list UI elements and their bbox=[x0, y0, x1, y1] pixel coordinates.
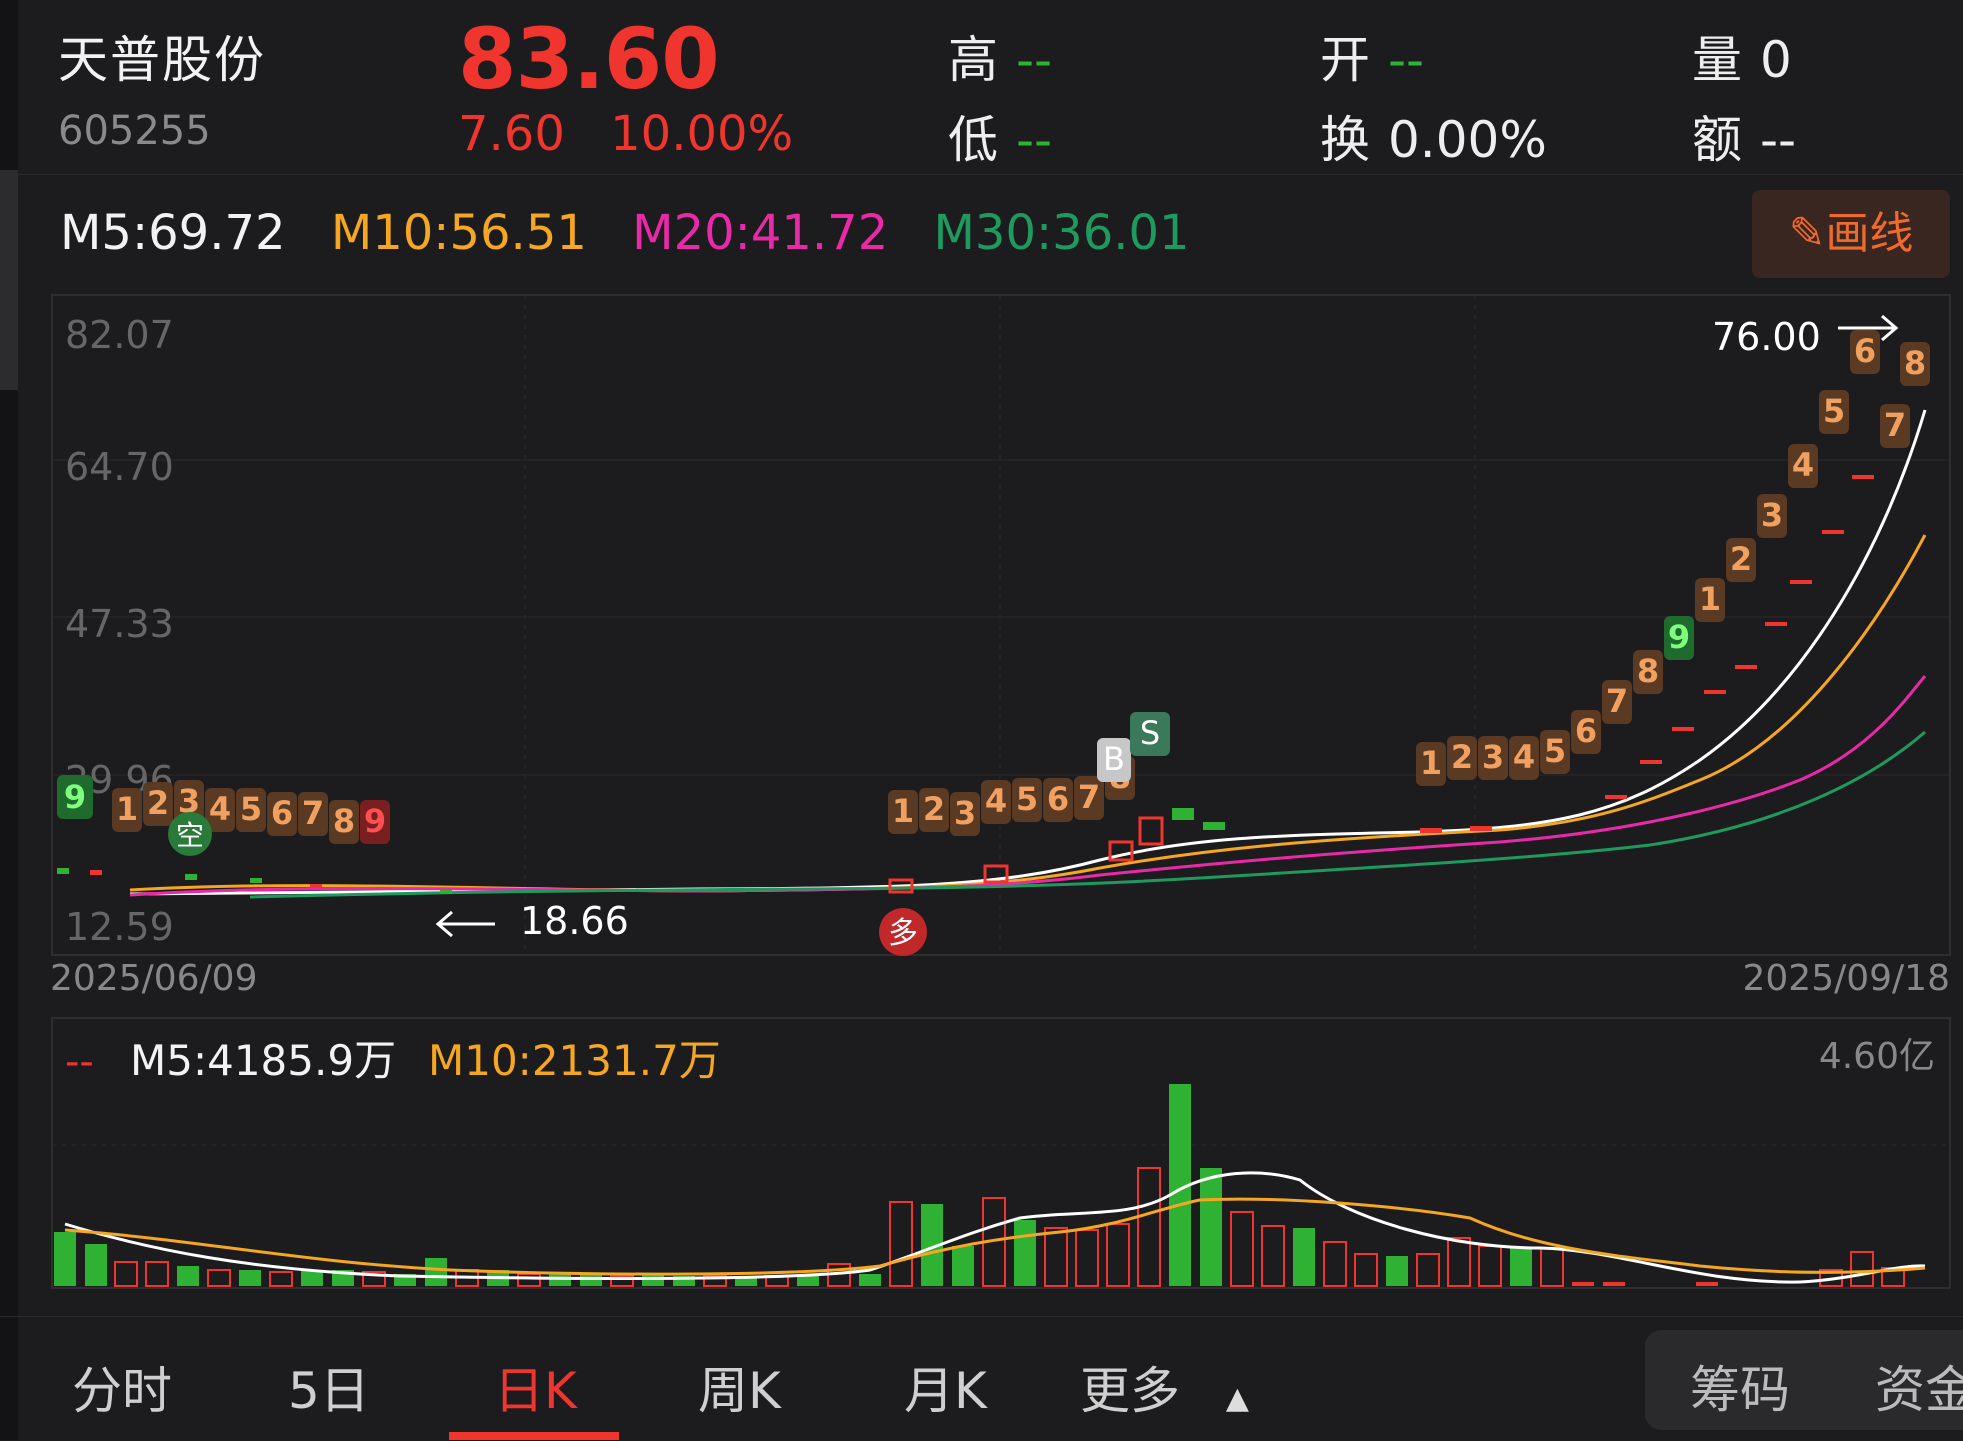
volume-m10-label: M10:2131.7万 bbox=[428, 1036, 721, 1085]
tab-capital[interactable]: 资金 bbox=[1875, 1350, 1963, 1422]
kong-label: 空 bbox=[176, 819, 204, 852]
tab-5day[interactable]: 5日 bbox=[288, 1351, 370, 1423]
tab-more[interactable]: 更多 ▲ bbox=[1080, 1351, 1249, 1423]
svg-text:3: 3 bbox=[954, 794, 976, 832]
tab-chips[interactable]: 筹码 bbox=[1690, 1350, 1790, 1422]
buy-label: B bbox=[1103, 740, 1125, 778]
svg-text:9: 9 bbox=[1668, 618, 1690, 656]
svg-text:4: 4 bbox=[1513, 738, 1535, 776]
date-start-label: 2025/06/09 bbox=[50, 958, 258, 999]
svg-text:6: 6 bbox=[1854, 332, 1876, 370]
svg-text:7: 7 bbox=[1884, 406, 1906, 444]
tab-more-label: 更多 bbox=[1080, 1362, 1180, 1420]
svg-text:9: 9 bbox=[64, 778, 86, 816]
low-arrow-icon bbox=[435, 910, 495, 938]
svg-text:7: 7 bbox=[302, 794, 324, 832]
tab-monthly-k[interactable]: 月K bbox=[904, 1351, 987, 1423]
price-axis-label: 64.70 bbox=[65, 445, 174, 489]
svg-text:8: 8 bbox=[1904, 344, 1926, 382]
tab-weekly-k[interactable]: 周K bbox=[698, 1351, 781, 1423]
svg-text:9: 9 bbox=[364, 802, 386, 840]
svg-text:3: 3 bbox=[1761, 496, 1783, 534]
svg-text:2: 2 bbox=[923, 790, 945, 828]
tab-daily-k[interactable]: 日K bbox=[494, 1351, 577, 1423]
svg-text:2: 2 bbox=[1451, 738, 1473, 776]
svg-text:2: 2 bbox=[1730, 540, 1752, 578]
svg-text:5: 5 bbox=[1823, 392, 1845, 430]
svg-text:8: 8 bbox=[1637, 652, 1659, 690]
svg-text:5: 5 bbox=[1544, 732, 1566, 770]
svg-text:1: 1 bbox=[116, 790, 138, 828]
svg-text:1: 1 bbox=[1420, 744, 1442, 782]
volume-max-label: 4.60亿 bbox=[1819, 1036, 1935, 1077]
high-price-label: 76.00 bbox=[1712, 315, 1821, 359]
volume-indicator-dash: -- bbox=[65, 1039, 94, 1085]
svg-text:1: 1 bbox=[1699, 580, 1721, 618]
svg-text:1: 1 bbox=[892, 792, 914, 830]
svg-text:5: 5 bbox=[1016, 780, 1038, 818]
price-axis-label: 47.33 bbox=[65, 602, 174, 646]
active-tab-indicator bbox=[449, 1432, 619, 1440]
duo-label: 多 bbox=[888, 916, 918, 951]
chip-capital-switch: 筹码 资金 bbox=[1645, 1330, 1963, 1430]
svg-text:2: 2 bbox=[147, 784, 169, 822]
svg-text:4: 4 bbox=[209, 790, 231, 828]
stock-detail-screen: 天普股份 605255 83.60 7.60 10.00% 高 -- 低 -- 开-… bbox=[0, 0, 1963, 1440]
price-axis-label: 12.59 bbox=[65, 905, 174, 949]
ma10-line bbox=[129, 534, 1927, 893]
volume-ma5-line bbox=[64, 1171, 1926, 1284]
svg-text:7: 7 bbox=[1606, 682, 1628, 720]
svg-text:7: 7 bbox=[1078, 778, 1100, 816]
kline-chart[interactable]: 82.07 64.70 47.33 29.96 12.59 9 1 2 3 4 … bbox=[0, 0, 1963, 1316]
tab-intraday[interactable]: 分时 bbox=[72, 1351, 172, 1423]
svg-text:6: 6 bbox=[1575, 712, 1597, 750]
date-end-label: 2025/09/18 bbox=[1743, 958, 1951, 999]
volume-m5-label: M5:4185.9万 bbox=[130, 1036, 396, 1085]
svg-text:6: 6 bbox=[1047, 780, 1069, 818]
svg-text:4: 4 bbox=[985, 782, 1007, 820]
price-axis-label: 82.07 bbox=[65, 313, 174, 357]
sell-label: S bbox=[1140, 714, 1160, 752]
svg-text:3: 3 bbox=[1482, 738, 1504, 776]
svg-text:5: 5 bbox=[240, 790, 262, 828]
svg-text:4: 4 bbox=[1792, 446, 1814, 484]
svg-text:6: 6 bbox=[271, 794, 293, 832]
low-price-label: 18.66 bbox=[520, 899, 629, 943]
svg-text:8: 8 bbox=[333, 802, 355, 840]
caret-up-icon: ▲ bbox=[1225, 1381, 1249, 1416]
sequence-markers: 9 1 2 3 4 5 6 7 8 9 1 2 3 4 5 6 7 8 1 2 … bbox=[57, 330, 1930, 844]
